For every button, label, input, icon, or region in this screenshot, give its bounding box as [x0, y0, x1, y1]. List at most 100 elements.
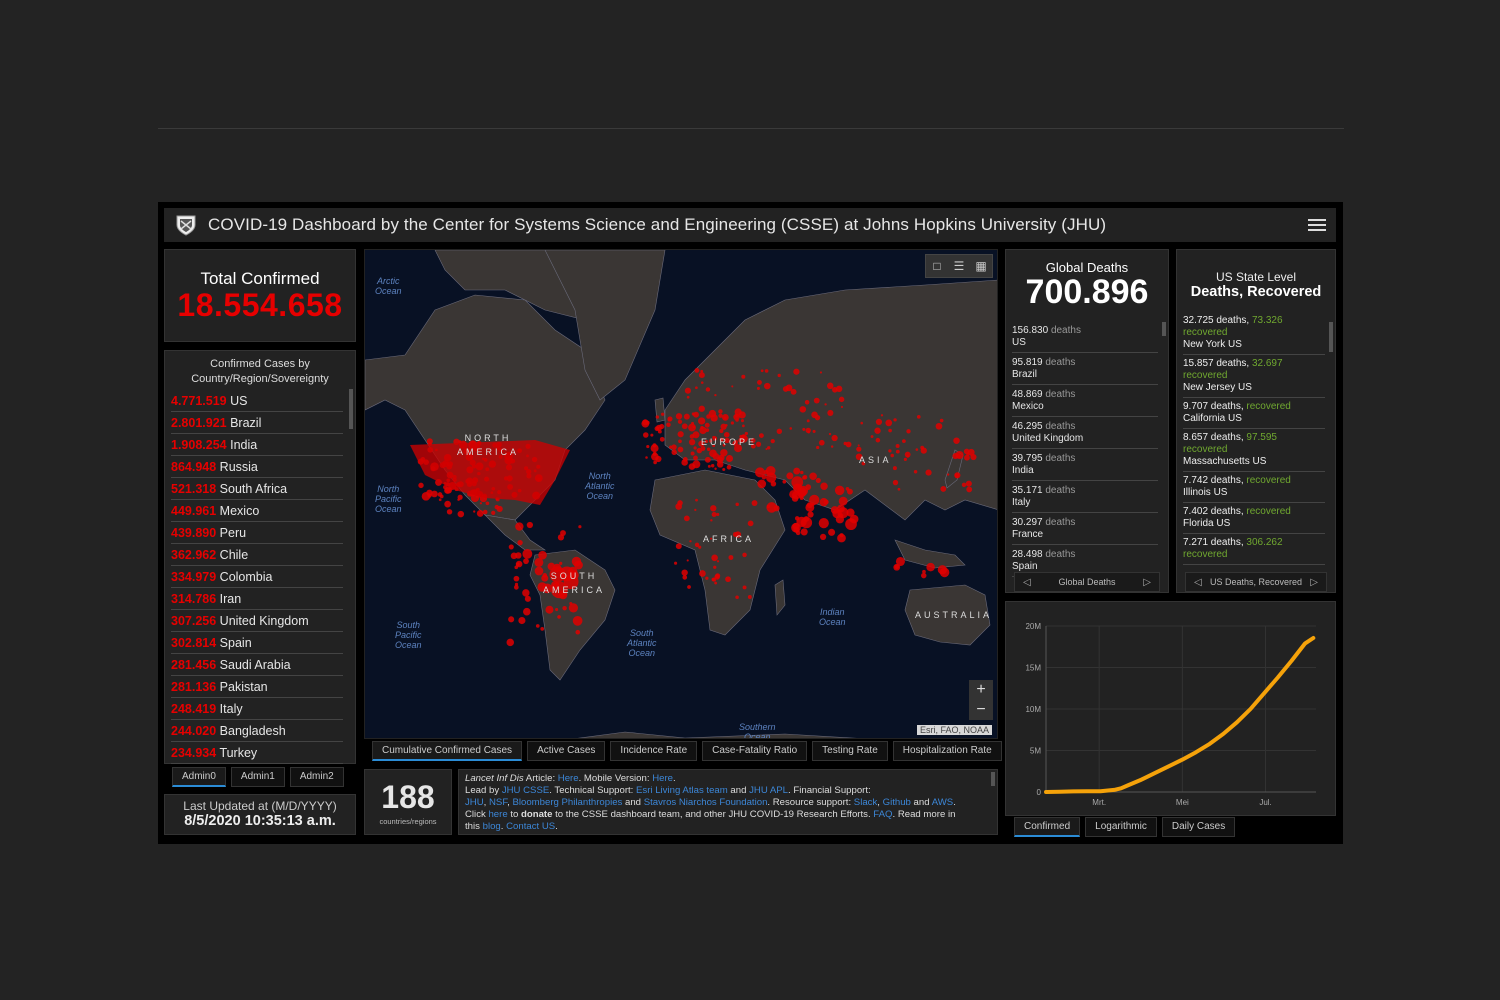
- case-bubble[interactable]: [946, 473, 950, 476]
- case-bubble[interactable]: [704, 422, 710, 428]
- case-bubble[interactable]: [809, 472, 817, 481]
- case-bubble[interactable]: [686, 559, 689, 562]
- case-bubble[interactable]: [711, 511, 717, 518]
- case-bubble[interactable]: [695, 498, 698, 502]
- case-bubble[interactable]: [831, 434, 838, 442]
- case-bubble[interactable]: [711, 577, 716, 582]
- case-bubble[interactable]: [457, 510, 465, 518]
- case-bubble[interactable]: [643, 432, 649, 438]
- case-bubble[interactable]: [893, 418, 897, 422]
- country-list-item[interactable]: 248.419 Italy: [171, 698, 343, 720]
- case-bubble[interactable]: [506, 638, 515, 647]
- case-bubble[interactable]: [728, 555, 734, 560]
- case-bubble[interactable]: [522, 589, 530, 597]
- case-bubble[interactable]: [682, 575, 688, 580]
- case-bubble[interactable]: [937, 565, 948, 575]
- case-bubble[interactable]: [747, 595, 752, 599]
- zoom-out-button[interactable]: −: [969, 700, 993, 720]
- stavros-link[interactable]: Stavros Niarchos Foundation: [644, 797, 768, 808]
- case-bubble[interactable]: [767, 446, 771, 450]
- case-bubble[interactable]: [814, 414, 821, 421]
- case-bubble[interactable]: [834, 485, 845, 496]
- case-bubble[interactable]: [438, 498, 442, 502]
- case-bubble[interactable]: [805, 484, 812, 490]
- country-list-item[interactable]: 281.136 Pakistan: [171, 676, 343, 698]
- confirmed-data-point[interactable]: [1303, 641, 1307, 645]
- case-bubble[interactable]: [828, 432, 832, 436]
- case-bubble[interactable]: [675, 543, 682, 550]
- case-bubble[interactable]: [655, 424, 663, 431]
- country-list-item[interactable]: 4.771.519 US: [171, 390, 343, 412]
- case-bubble[interactable]: [655, 415, 660, 419]
- case-bubble[interactable]: [705, 428, 710, 432]
- case-bubble[interactable]: [860, 421, 863, 425]
- prev-arrow-icon[interactable]: ◁: [1194, 577, 1202, 588]
- case-bubble[interactable]: [446, 509, 453, 515]
- contact-us-link[interactable]: Contact US: [506, 821, 555, 832]
- case-bubble[interactable]: [691, 412, 695, 416]
- case-bubble[interactable]: [513, 575, 520, 582]
- bookmark-icon[interactable]: □: [926, 255, 948, 277]
- deaths-list-item[interactable]: 95.819 deaths Brazil: [1012, 353, 1158, 385]
- case-bubble[interactable]: [515, 522, 524, 531]
- case-bubble[interactable]: [965, 480, 972, 487]
- case-bubble[interactable]: [766, 504, 770, 509]
- case-bubble[interactable]: [714, 393, 717, 397]
- case-bubble[interactable]: [735, 595, 739, 600]
- case-bubble[interactable]: [813, 397, 820, 404]
- case-bubble[interactable]: [427, 493, 432, 498]
- case-bubble[interactable]: [875, 437, 881, 443]
- confirmed-data-point[interactable]: [1153, 771, 1157, 775]
- case-bubble[interactable]: [540, 626, 545, 631]
- case-bubble[interactable]: [515, 552, 522, 559]
- info-scrollbar[interactable]: [991, 772, 995, 786]
- case-bubble[interactable]: [559, 561, 563, 565]
- deaths-list-item[interactable]: 39.795 deaths India: [1012, 449, 1158, 481]
- case-bubble[interactable]: [952, 452, 959, 460]
- map-canvas[interactable]: [365, 250, 998, 739]
- case-bubble[interactable]: [698, 417, 706, 425]
- next-arrow-icon[interactable]: ▷: [1143, 577, 1151, 588]
- case-bubble[interactable]: [922, 569, 926, 574]
- case-bubble[interactable]: [888, 428, 892, 433]
- case-bubble[interactable]: [473, 510, 476, 513]
- case-bubble[interactable]: [555, 607, 559, 612]
- case-bubble[interactable]: [789, 427, 793, 430]
- case-bubble[interactable]: [523, 607, 531, 616]
- prev-arrow-icon[interactable]: ◁: [1023, 577, 1031, 588]
- us-state-item[interactable]: 7.271 deaths, 306.262 recovered: [1183, 534, 1325, 565]
- next-arrow-icon[interactable]: ▷: [1310, 577, 1318, 588]
- slack-link[interactable]: Slack: [854, 797, 877, 808]
- tab-cumulative-confirmed-cases[interactable]: Cumulative Confirmed Cases: [372, 741, 523, 761]
- case-bubble[interactable]: [792, 490, 801, 500]
- case-bubble[interactable]: [807, 511, 814, 518]
- country-list-item[interactable]: 334.979 Colombia: [171, 566, 343, 588]
- case-bubble[interactable]: [802, 427, 806, 431]
- case-bubble[interactable]: [903, 457, 907, 461]
- article-link[interactable]: Here: [558, 773, 579, 784]
- jhu-apl-link[interactable]: JHU APL: [749, 785, 788, 796]
- case-bubble[interactable]: [916, 415, 921, 419]
- case-bubble[interactable]: [524, 595, 531, 602]
- case-bubble[interactable]: [646, 444, 650, 449]
- case-bubble[interactable]: [650, 433, 654, 437]
- confirmed-data-point[interactable]: [1208, 742, 1212, 746]
- confirmed-data-point[interactable]: [1119, 786, 1123, 790]
- case-bubble[interactable]: [692, 431, 700, 439]
- case-bubble[interactable]: [677, 446, 684, 453]
- case-bubble[interactable]: [782, 479, 787, 484]
- case-bubble[interactable]: [818, 518, 829, 529]
- case-bubble[interactable]: [961, 482, 967, 488]
- confirmed-data-point[interactable]: [1112, 788, 1116, 792]
- case-bubble[interactable]: [683, 413, 690, 420]
- tab-admin2[interactable]: Admin2: [289, 767, 344, 787]
- mobile-version-link[interactable]: Here: [652, 773, 673, 784]
- case-bubble[interactable]: [709, 449, 717, 458]
- case-bubble[interactable]: [845, 487, 850, 491]
- case-bubble[interactable]: [675, 413, 683, 420]
- case-bubble[interactable]: [832, 386, 838, 393]
- case-bubble[interactable]: [671, 449, 677, 456]
- case-bubble[interactable]: [444, 500, 451, 508]
- case-bubble[interactable]: [726, 464, 732, 470]
- case-bubble[interactable]: [721, 414, 729, 421]
